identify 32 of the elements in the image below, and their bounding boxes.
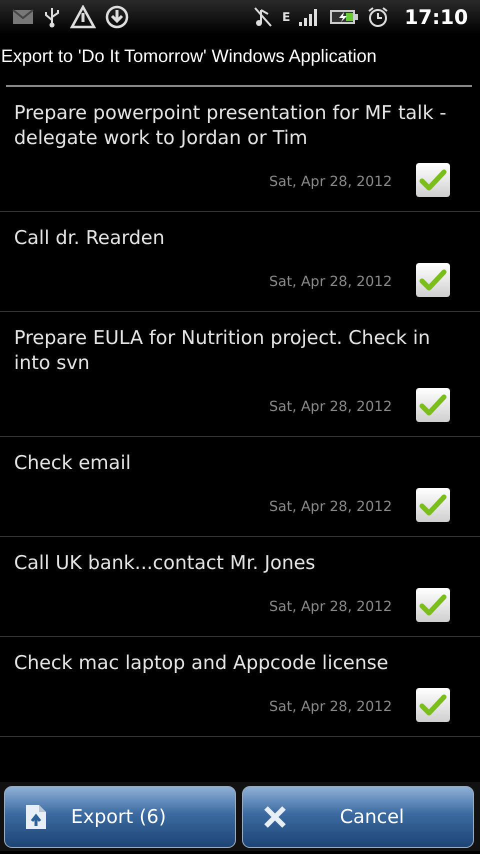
task-date: Sat, Apr 28, 2012 bbox=[269, 274, 392, 290]
task-title: Check mac laptop and Appcode license bbox=[14, 651, 390, 676]
checkbox[interactable] bbox=[416, 388, 450, 422]
export-button[interactable]: Export (6) bbox=[4, 786, 236, 848]
checkbox[interactable] bbox=[416, 263, 450, 297]
mail-icon bbox=[12, 9, 34, 25]
alarm-icon bbox=[367, 6, 390, 28]
clock-time: 17:10 bbox=[404, 5, 468, 29]
usb-icon bbox=[43, 6, 61, 28]
close-icon bbox=[263, 805, 287, 829]
task-title: Check email bbox=[14, 451, 132, 476]
task-date: Sat, Apr 28, 2012 bbox=[269, 599, 392, 615]
checkbox[interactable] bbox=[416, 163, 450, 197]
network-type: E bbox=[282, 11, 290, 23]
task-title: Prepare powerpoint presentation for MF talk - delegate work to Jordan or Tim bbox=[14, 101, 448, 151]
task-title: Call dr. Rearden bbox=[14, 226, 166, 251]
checkbox[interactable] bbox=[416, 488, 450, 522]
checkbox[interactable] bbox=[416, 688, 450, 722]
battery-icon bbox=[330, 9, 358, 25]
task-date: Sat, Apr 28, 2012 bbox=[269, 499, 392, 515]
download-icon bbox=[105, 5, 129, 29]
warning-icon bbox=[70, 5, 96, 29]
cancel-button[interactable]: Cancel bbox=[242, 786, 474, 848]
task-date: Sat, Apr 28, 2012 bbox=[269, 174, 392, 190]
task-title: Prepare EULA for Nutrition project. Check in into svn bbox=[14, 326, 432, 376]
task-title: Call UK bank...contact Mr. Jones bbox=[14, 551, 316, 576]
checkbox[interactable] bbox=[416, 588, 450, 622]
file-upload-icon bbox=[25, 804, 47, 830]
mute-icon bbox=[253, 6, 274, 28]
task-date: Sat, Apr 28, 2012 bbox=[269, 699, 392, 715]
dialog-title: Export to 'Do It Tomorrow' Windows Application bbox=[0, 45, 378, 68]
task-date: Sat, Apr 28, 2012 bbox=[269, 399, 392, 415]
